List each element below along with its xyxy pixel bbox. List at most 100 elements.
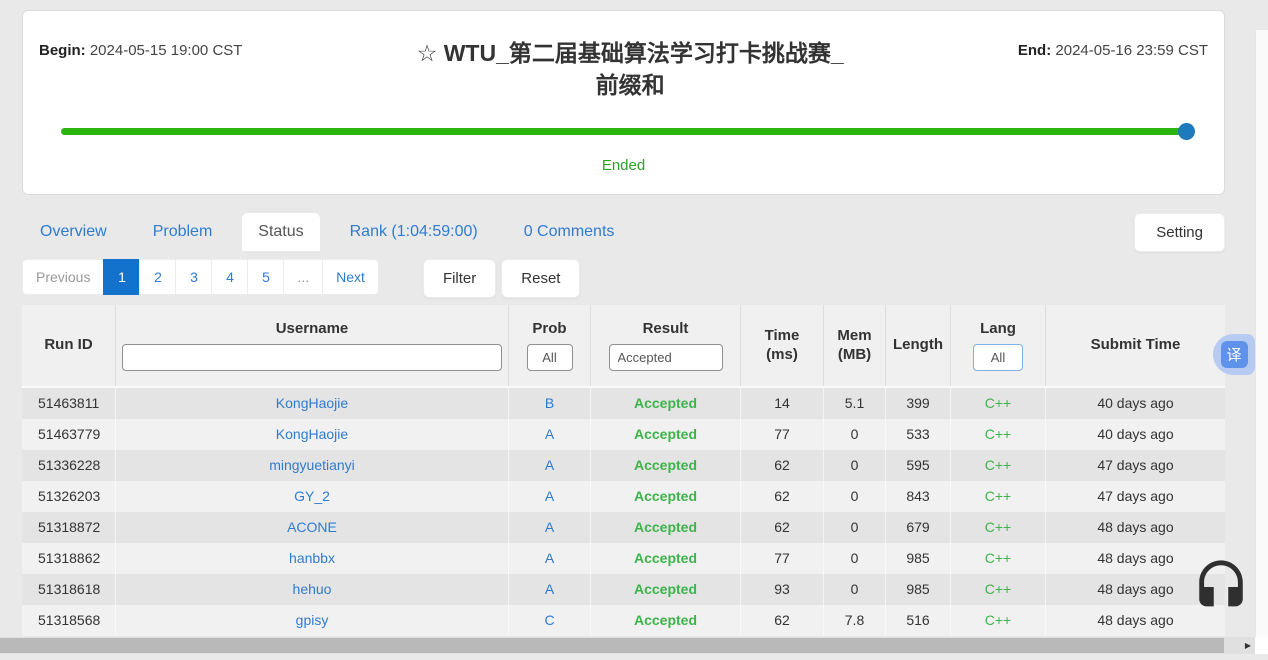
username-filter-input[interactable] xyxy=(122,344,502,371)
username-link[interactable]: hehuo xyxy=(115,574,508,605)
result-link[interactable]: Accepted xyxy=(590,605,740,636)
problem-link[interactable]: A xyxy=(508,543,590,574)
header-result-label: Result xyxy=(643,320,689,339)
time-cell: 62 xyxy=(740,481,823,512)
setting-button[interactable]: Setting xyxy=(1134,213,1225,252)
mem-cell: 0 xyxy=(823,574,885,605)
mem-cell: 7.8 xyxy=(823,605,885,636)
pagination-ellipsis[interactable]: ... xyxy=(283,259,323,295)
translate-fab[interactable]: 译 xyxy=(1213,334,1255,375)
username-link[interactable]: ACONE xyxy=(115,512,508,543)
header-prob-label: Prob xyxy=(532,320,566,339)
tab-overview[interactable]: Overview xyxy=(24,213,123,251)
pagination-previous[interactable]: Previous xyxy=(22,259,104,295)
result-link[interactable]: Accepted xyxy=(590,419,740,450)
lang-filter-input[interactable] xyxy=(973,344,1023,371)
length-cell: 985 xyxy=(885,574,950,605)
header-time: Time (ms) xyxy=(740,305,823,386)
run-id-cell: 51336228 xyxy=(22,450,115,481)
lang-cell: C++ xyxy=(950,419,1045,450)
end-label: End: xyxy=(1018,42,1051,59)
lang-cell: C++ xyxy=(950,512,1045,543)
pagination-page-2[interactable]: 2 xyxy=(139,259,176,295)
problem-link[interactable]: B xyxy=(508,388,590,419)
username-link[interactable]: KongHaojie xyxy=(115,388,508,419)
table-row: 51318618 hehuo A Accepted 93 0 985 C++ 4… xyxy=(22,574,1225,605)
result-filter-input[interactable] xyxy=(609,344,723,371)
contest-header-card: Begin: 2024-05-15 19:00 CST ☆ WTU_第二届基础算… xyxy=(22,10,1225,195)
header-run-id: Run ID xyxy=(22,305,115,386)
header-result: Result xyxy=(590,305,740,386)
time-cell: 62 xyxy=(740,450,823,481)
username-link[interactable]: KongHaojie xyxy=(115,419,508,450)
horizontal-scrollbar[interactable]: ▶ xyxy=(0,637,1268,654)
result-link[interactable]: Accepted xyxy=(590,450,740,481)
reset-button[interactable]: Reset xyxy=(501,259,580,298)
header-run-id-label: Run ID xyxy=(44,336,92,355)
time-cell: 62 xyxy=(740,605,823,636)
header-mem: Mem (MB) xyxy=(823,305,885,386)
headphones-icon[interactable] xyxy=(1192,558,1250,616)
username-link[interactable]: hanbbx xyxy=(115,543,508,574)
result-link[interactable]: Accepted xyxy=(590,481,740,512)
length-cell: 533 xyxy=(885,419,950,450)
result-link[interactable]: Accepted xyxy=(590,388,740,419)
result-link[interactable]: Accepted xyxy=(590,543,740,574)
table-row: 51336228 mingyuetianyi A Accepted 62 0 5… xyxy=(22,450,1225,481)
lang-cell: C++ xyxy=(950,388,1045,419)
tab-problem[interactable]: Problem xyxy=(137,213,229,251)
header-submit-time-label: Submit Time xyxy=(1091,336,1181,355)
problem-link[interactable]: A xyxy=(508,574,590,605)
status-table: Run ID Username Prob Result Time (ms) Me… xyxy=(22,305,1225,636)
header-username: Username xyxy=(115,305,508,386)
run-id-cell: 51318862 xyxy=(22,543,115,574)
translate-icon: 译 xyxy=(1221,341,1248,368)
table-row: 51318872 ACONE A Accepted 62 0 679 C++ 4… xyxy=(22,512,1225,543)
header-prob: Prob xyxy=(508,305,590,386)
pagination-page-5[interactable]: 5 xyxy=(247,259,284,295)
lang-cell: C++ xyxy=(950,481,1045,512)
tab-status[interactable]: Status xyxy=(242,213,319,251)
run-id-cell: 51326203 xyxy=(22,481,115,512)
mem-cell: 5.1 xyxy=(823,388,885,419)
problem-link[interactable]: C xyxy=(508,605,590,636)
pagination-page-3[interactable]: 3 xyxy=(175,259,212,295)
username-link[interactable]: mingyuetianyi xyxy=(115,450,508,481)
begin-time: Begin: 2024-05-15 19:00 CST xyxy=(39,37,242,59)
run-id-cell: 51463811 xyxy=(22,388,115,419)
problem-link[interactable]: A xyxy=(508,419,590,450)
run-id-cell: 51318872 xyxy=(22,512,115,543)
pagination-page-1[interactable]: 1 xyxy=(103,259,140,295)
mem-cell: 0 xyxy=(823,419,885,450)
username-link[interactable]: gpisy xyxy=(115,605,508,636)
tab-comments[interactable]: 0 Comments xyxy=(508,213,631,251)
run-id-cell: 51318618 xyxy=(22,574,115,605)
lang-cell: C++ xyxy=(950,543,1045,574)
problem-link[interactable]: A xyxy=(508,450,590,481)
mem-cell: 0 xyxy=(823,512,885,543)
filter-button[interactable]: Filter xyxy=(423,259,496,298)
problem-link[interactable]: A xyxy=(508,481,590,512)
length-cell: 399 xyxy=(885,388,950,419)
table-row: 51318568 gpisy C Accepted 62 7.8 516 C++… xyxy=(22,605,1225,636)
prob-filter-input[interactable] xyxy=(527,344,573,371)
result-link[interactable]: Accepted xyxy=(590,574,740,605)
vertical-scrollbar-track[interactable] xyxy=(1255,30,1268,637)
tab-rank[interactable]: Rank (1:04:59:00) xyxy=(334,213,494,251)
header-time-label: Time (ms) xyxy=(753,327,811,365)
pagination-page-4[interactable]: 4 xyxy=(211,259,248,295)
username-link[interactable]: GY_2 xyxy=(115,481,508,512)
table-row: 51463811 KongHaojie B Accepted 14 5.1 39… xyxy=(22,388,1225,419)
scroll-right-arrow-icon[interactable]: ▶ xyxy=(1245,641,1251,650)
contest-progress-knob[interactable] xyxy=(1178,123,1195,140)
problem-link[interactable]: A xyxy=(508,512,590,543)
length-cell: 516 xyxy=(885,605,950,636)
horizontal-scrollbar-thumb[interactable] xyxy=(0,638,1224,653)
time-cell: 93 xyxy=(740,574,823,605)
result-link[interactable]: Accepted xyxy=(590,512,740,543)
scrollbar-corner xyxy=(1255,637,1268,654)
pagination-next[interactable]: Next xyxy=(322,259,379,295)
submit-time-cell: 47 days ago xyxy=(1045,481,1225,512)
table-header: Run ID Username Prob Result Time (ms) Me… xyxy=(22,305,1225,388)
length-cell: 985 xyxy=(885,543,950,574)
